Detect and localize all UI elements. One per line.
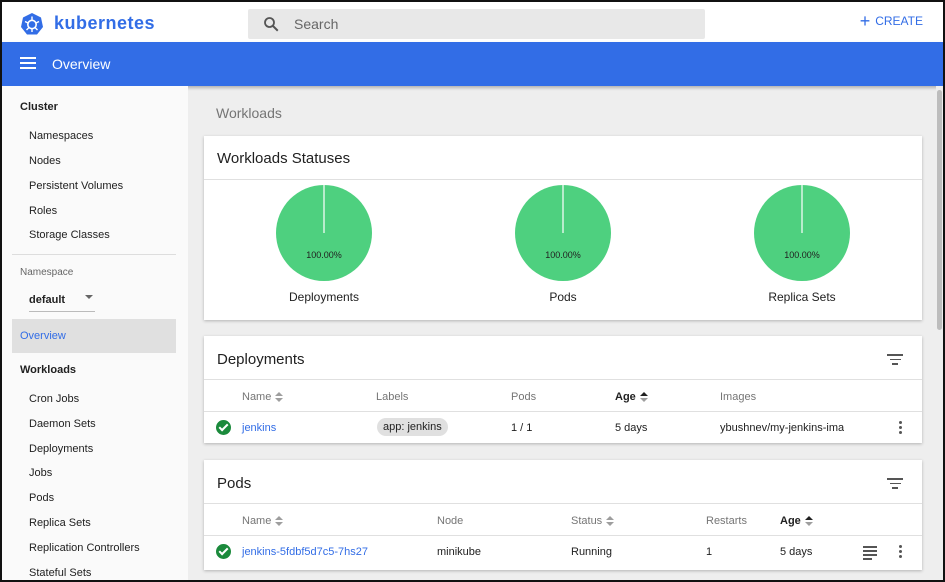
sidebar-item-label: Overview	[20, 330, 66, 342]
create-button[interactable]: + CREATE	[859, 11, 923, 31]
pods-card: Pods Name Node Status Restarts Age jenki…	[204, 460, 922, 570]
deployment-age: 5 days	[615, 422, 648, 434]
main-content: Workloads Workloads Statuses 100.00% Dep…	[188, 86, 936, 580]
plus-icon: +	[859, 11, 871, 31]
app-window: kubernetes + CREATE Overview Cluster Nam…	[0, 0, 945, 582]
sidebar-item-pods[interactable]: Pods	[29, 492, 54, 504]
namespace-label: Namespace	[20, 267, 74, 278]
column-header-pods: Pods	[511, 391, 537, 403]
deployment-images: ybushnev/my-jenkins-ima	[720, 422, 844, 434]
sort-icon	[606, 516, 615, 526]
card-divider	[204, 179, 922, 180]
pie-label: Pods	[549, 290, 577, 304]
column-header-name[interactable]: Name	[242, 515, 284, 527]
column-header-age[interactable]: Age	[780, 515, 813, 527]
pods-status-chart: 100.00% Pods	[503, 184, 623, 304]
card-title: Deployments	[217, 351, 305, 368]
replica-sets-status-chart: 100.00% Replica Sets	[742, 184, 862, 304]
pie-label: Deployments	[288, 290, 360, 304]
filter-icon[interactable]	[887, 354, 903, 366]
sort-ascending-icon	[804, 516, 813, 526]
column-header-restarts: Restarts	[706, 515, 747, 527]
sort-icon	[275, 392, 284, 402]
sidebar-item-persistent-volumes[interactable]: Persistent Volumes	[29, 180, 123, 192]
scrollbar-thumb[interactable]	[937, 90, 942, 330]
sidebar-item-replica-sets[interactable]: Replica Sets	[29, 517, 91, 529]
sidebar-item-replication-controllers[interactable]: Replication Controllers	[29, 542, 140, 554]
more-actions-icon[interactable]	[897, 421, 903, 435]
kubernetes-logo-icon[interactable]	[20, 12, 44, 36]
menu-icon[interactable]	[20, 57, 36, 71]
pod-restarts: 1	[706, 546, 713, 558]
filter-icon[interactable]	[887, 478, 903, 490]
deployment-pods: 1 / 1	[511, 422, 533, 434]
card-title: Workloads Statuses	[217, 150, 351, 167]
sidebar-item-nodes[interactable]: Nodes	[29, 155, 61, 167]
sidebar-item-stateful-sets[interactable]: Stateful Sets	[29, 567, 91, 579]
pie-label: Replica Sets	[768, 290, 836, 304]
deployment-name-link[interactable]: jenkins	[242, 422, 276, 434]
sidebar-heading-cluster[interactable]: Cluster	[20, 101, 58, 113]
sidebar-item-roles[interactable]: Roles	[29, 205, 57, 217]
search-icon	[264, 17, 279, 32]
status-ok-icon	[216, 544, 231, 559]
sidebar-item-cron-jobs[interactable]: Cron Jobs	[29, 393, 79, 405]
pod-age: 5 days	[780, 546, 813, 558]
deployments-status-chart: 100.00% Deployments	[264, 184, 384, 304]
card-divider	[204, 503, 922, 504]
breadcrumb: Workloads	[216, 105, 282, 121]
pie-percent: 100.00%	[545, 250, 581, 260]
deployments-card: Deployments Name Labels Pods Age Images …	[204, 336, 922, 443]
column-header-age[interactable]: Age	[615, 391, 648, 403]
page-title: Overview	[52, 56, 111, 72]
sidebar-item-overview[interactable]: Overview	[12, 319, 176, 353]
namespace-select[interactable]: default	[29, 290, 95, 312]
sidebar-item-storage-classes[interactable]: Storage Classes	[29, 229, 110, 241]
sidebar: Cluster Namespaces Nodes Persistent Volu…	[2, 86, 188, 580]
more-actions-icon[interactable]	[897, 545, 903, 559]
sort-ascending-icon	[639, 392, 648, 402]
column-header-images: Images	[720, 391, 757, 403]
top-bar: kubernetes + CREATE	[2, 2, 943, 42]
deployments-pie	[276, 185, 372, 281]
row-divider	[204, 535, 922, 536]
sidebar-divider	[12, 254, 176, 255]
sidebar-item-namespaces[interactable]: Namespaces	[29, 130, 93, 142]
replica-sets-pie	[754, 185, 850, 281]
card-divider	[204, 379, 922, 380]
pie-percent: 100.00%	[784, 250, 820, 260]
card-title: Pods	[217, 475, 252, 492]
column-header-labels: Labels	[376, 391, 409, 403]
search-input[interactable]	[294, 9, 694, 39]
sidebar-item-jobs[interactable]: Jobs	[29, 467, 52, 479]
pie-percent: 100.00%	[306, 250, 342, 260]
search-box[interactable]	[248, 9, 705, 39]
logs-icon[interactable]	[863, 546, 877, 560]
pod-name-link[interactable]: jenkins-5fdbf5d7c5-7hs27	[242, 546, 368, 558]
row-divider	[204, 411, 922, 412]
label-chip: app: jenkins	[377, 418, 448, 436]
dropdown-caret-icon	[85, 295, 93, 299]
pod-node: minikube	[437, 546, 482, 558]
namespace-value: default	[29, 294, 66, 306]
sidebar-item-daemon-sets[interactable]: Daemon Sets	[29, 418, 96, 430]
brand-name[interactable]: kubernetes	[54, 13, 155, 34]
sidebar-heading-workloads[interactable]: Workloads	[20, 364, 76, 376]
status-ok-icon	[216, 420, 231, 435]
create-label: CREATE	[875, 14, 923, 28]
column-header-node: Node	[437, 515, 464, 527]
scrollbar[interactable]	[936, 86, 943, 580]
pods-pie	[515, 185, 611, 281]
page-toolbar: Overview	[2, 42, 943, 86]
sort-icon	[275, 516, 284, 526]
workloads-statuses-card: Workloads Statuses 100.00% Deployments 1…	[204, 136, 922, 320]
column-header-status[interactable]: Status	[571, 515, 615, 527]
pod-status: Running	[571, 546, 612, 558]
sidebar-item-deployments[interactable]: Deployments	[29, 443, 93, 455]
column-header-name[interactable]: Name	[242, 391, 284, 403]
